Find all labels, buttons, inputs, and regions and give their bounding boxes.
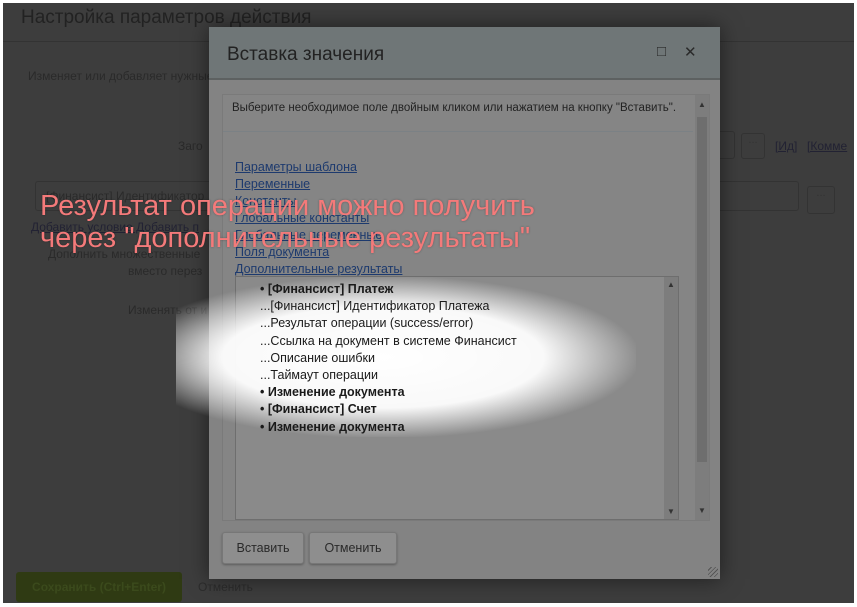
cancel-button[interactable]: Отменить [198, 580, 253, 594]
dialog-header: Вставка значения □ ✕ [209, 27, 720, 80]
field-panel: Выберите необходимое поле двойным кликом… [176, 94, 710, 521]
list-item[interactable]: • Изменение документа [260, 385, 405, 399]
divider [223, 131, 693, 132]
list-item[interactable]: ...Ссылка на документ в системе Финансис… [260, 334, 517, 348]
scrollbar-thumb[interactable] [697, 117, 707, 462]
change-from-label: Изменять от и [128, 303, 208, 317]
title-label: Заго [178, 139, 203, 153]
dialog-title: Вставка значения [227, 44, 385, 65]
list-item[interactable]: • [Финансист] Счет [260, 402, 377, 416]
id-link[interactable]: [Ид] [775, 139, 797, 153]
scroll-up-icon[interactable]: ▲ [698, 100, 706, 109]
list-item[interactable]: ...Описание ошибки [260, 351, 375, 365]
save-button[interactable]: Сохранить (Ctrl+Enter) [16, 572, 182, 602]
list-item[interactable]: ...[Финансист] Идентификатор Платежа [260, 299, 489, 313]
annotation-line-2: через "дополнительные результаты" [40, 222, 531, 254]
maximize-icon[interactable]: □ [657, 43, 666, 60]
insert-button[interactable]: Вставить [222, 532, 304, 564]
resize-grip-icon[interactable] [708, 567, 718, 577]
hint-text: Выберите необходимое поле двойным кликом… [232, 102, 677, 114]
list-scrollbar[interactable]: ▲ ▼ [664, 277, 678, 519]
list-item[interactable]: • [Финансист] Платеж [260, 282, 393, 296]
cancel-button[interactable]: Отменить [309, 532, 397, 564]
panel-scrollbar[interactable]: ▲ ▼ [695, 95, 709, 520]
page-title: Настройка параметров действия [21, 7, 312, 28]
value-dots-button[interactable]: ... [807, 186, 835, 214]
link-template-params[interactable]: Параметры шаблона [235, 159, 402, 176]
scroll-down-icon[interactable]: ▼ [667, 507, 675, 516]
description: Изменяет или добавляет нужные [28, 69, 214, 83]
title-dots-button[interactable]: ... [741, 133, 765, 159]
comment-link[interactable]: [Комме [807, 139, 847, 153]
scroll-up-icon[interactable]: ▲ [667, 280, 675, 289]
annotation-line-1: Результат операции можно получить [40, 190, 535, 222]
list-item[interactable]: ...Результат операции (success/error) [260, 316, 473, 330]
list-item[interactable]: • Изменение документа [260, 420, 405, 434]
list-item[interactable]: ...Таймаут операции [260, 368, 378, 382]
merge-label-2: вместо перез [128, 264, 203, 278]
insert-value-dialog: Вставка значения □ ✕ Выберите необходимо… [176, 27, 720, 579]
scroll-down-icon[interactable]: ▼ [698, 506, 706, 515]
close-icon[interactable]: ✕ [684, 43, 697, 61]
results-list[interactable]: • [Финансист] Платеж ...[Финансист] Идент… [176, 276, 679, 520]
